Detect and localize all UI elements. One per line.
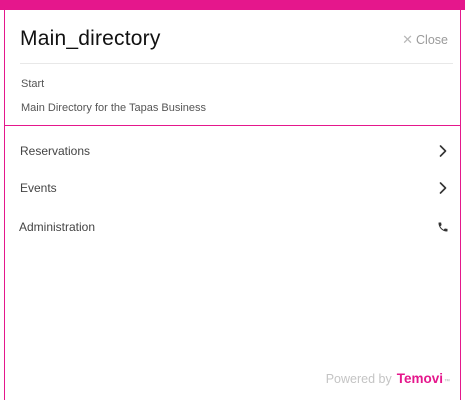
close-label: Close	[416, 33, 448, 47]
trademark-mark: ™	[444, 379, 450, 385]
close-button[interactable]: ✕ Close	[402, 32, 448, 48]
breadcrumb[interactable]: Start	[21, 78, 44, 90]
menu-item-events[interactable]: Events	[5, 173, 460, 203]
chevron-right-icon	[436, 144, 450, 158]
menu-item-label: Events	[20, 181, 57, 195]
menu-item-reservations[interactable]: Reservations	[5, 136, 460, 166]
menu-item-label: Administration	[19, 220, 96, 234]
menu-item-administration[interactable]: Administration	[5, 212, 460, 242]
close-icon: ✕	[402, 32, 414, 47]
panel-border-left	[4, 10, 5, 400]
powered-by-text: Powered by	[325, 372, 392, 386]
directory-panel: Main_directory ✕ Close Start Main Direct…	[0, 0, 465, 400]
section-divider	[4, 125, 461, 126]
page-title: Main_directory	[20, 27, 161, 50]
powered-by-footer: Powered by Temovi ™	[326, 371, 450, 386]
panel-border-right	[460, 10, 461, 400]
chevron-right-icon	[436, 181, 450, 195]
header-divider	[20, 63, 453, 64]
temovi-logo[interactable]: Temovi	[397, 371, 443, 386]
directory-description: Main Directory for the Tapas Business	[21, 102, 207, 114]
phone-icon	[436, 220, 450, 234]
top-accent-bar	[0, 0, 465, 10]
menu-item-label: Reservations	[20, 144, 91, 158]
